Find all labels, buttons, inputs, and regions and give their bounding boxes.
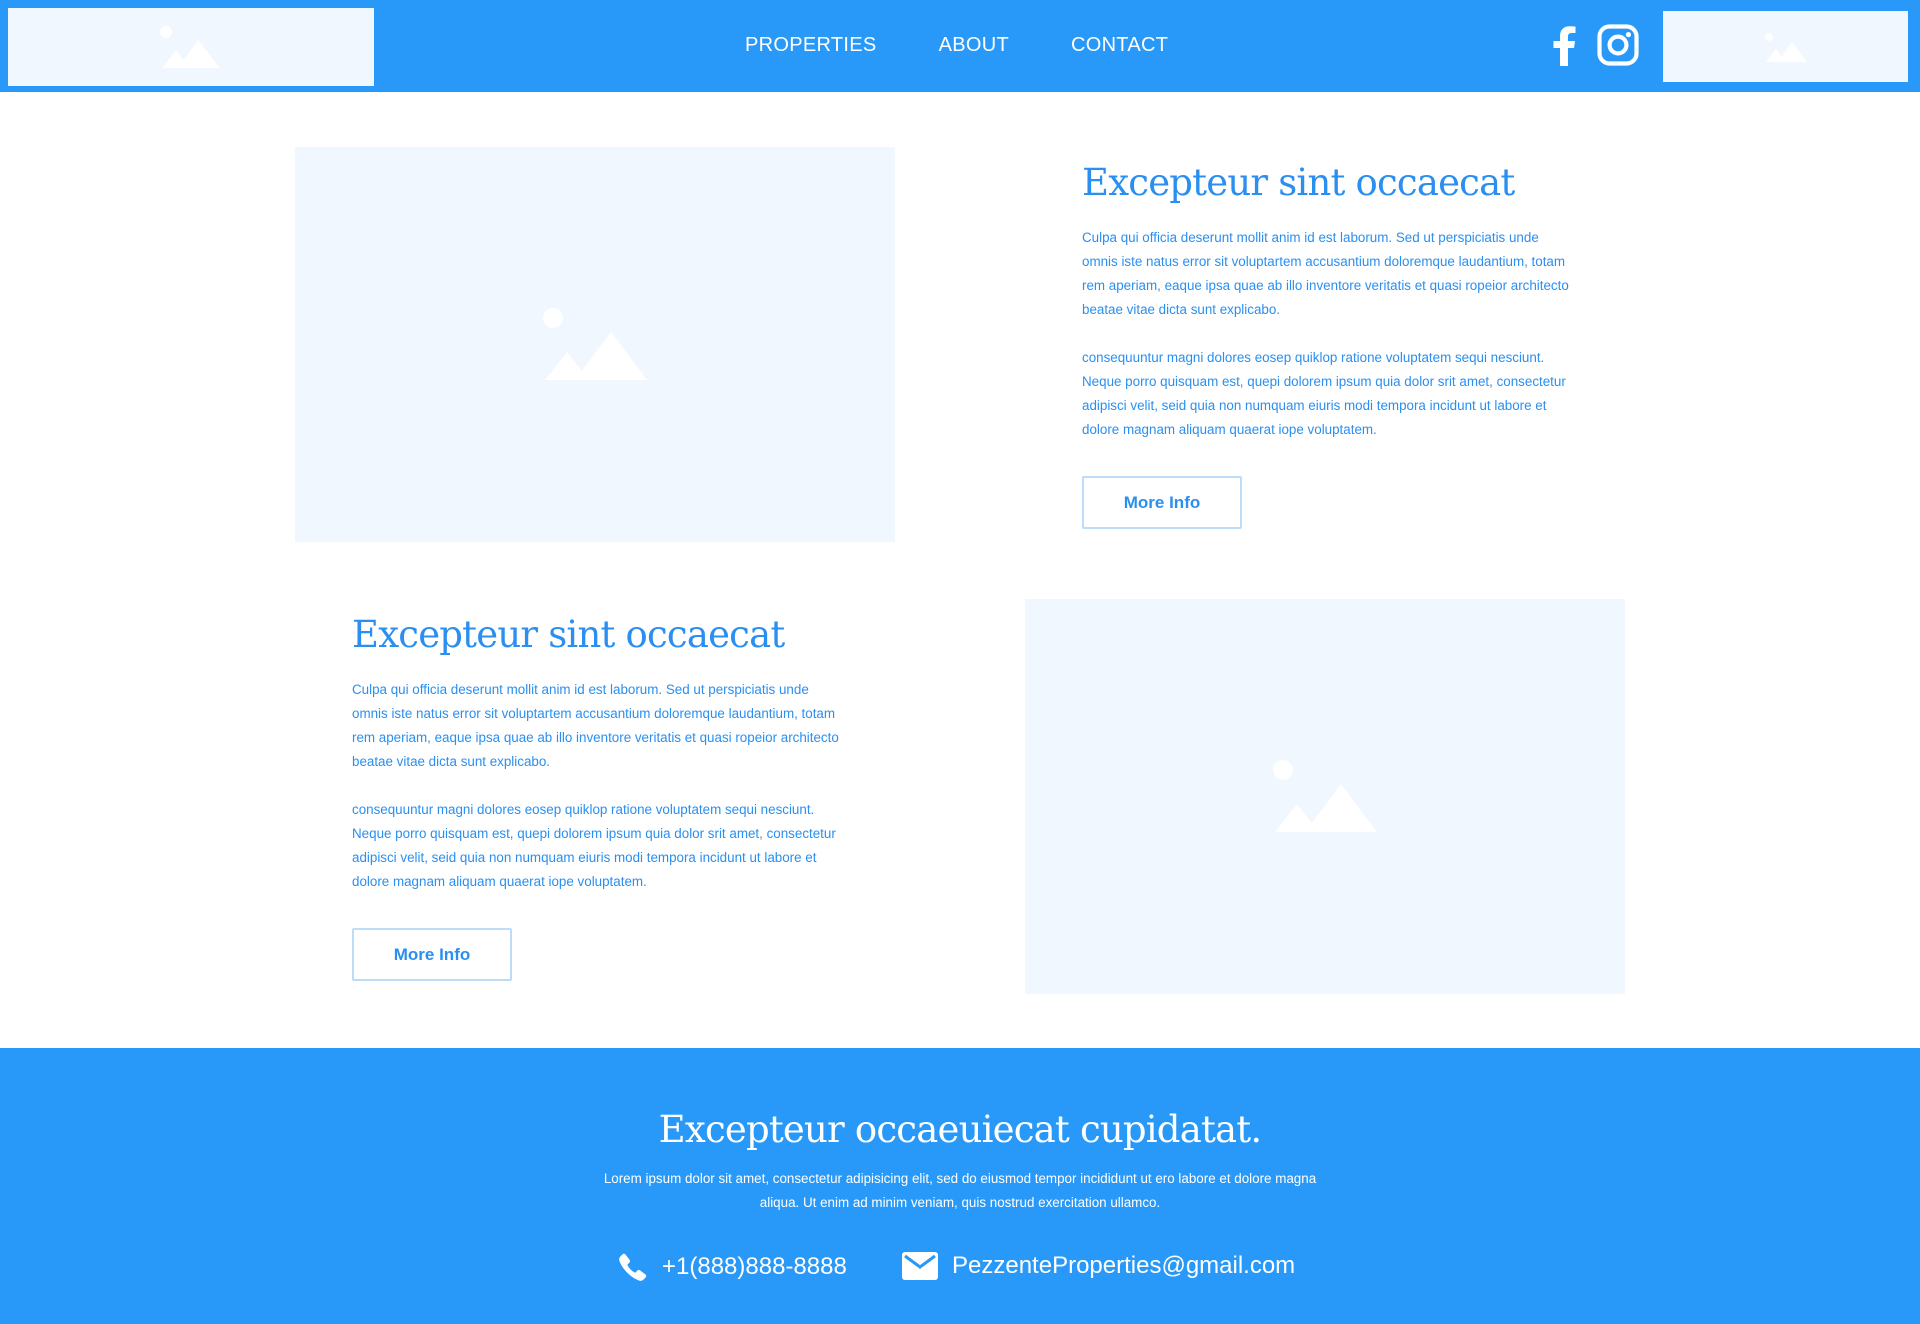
section-title: Excepteur sint occaecat — [1082, 161, 1515, 204]
mail-icon — [902, 1252, 938, 1280]
phone-number: +1(888)888-8888 — [662, 1253, 847, 1280]
property-image-placeholder — [295, 147, 895, 542]
email-contact[interactable]: PezzenteProperties@gmail.com — [902, 1252, 1295, 1280]
image-placeholder-icon — [1273, 759, 1377, 832]
image-placeholder-icon — [1764, 32, 1807, 62]
header-image-placeholder — [1663, 11, 1908, 82]
facebook-icon[interactable] — [1550, 24, 1578, 71]
nav-item-properties[interactable]: PROPERTIES — [745, 34, 877, 57]
nav-item-about[interactable]: ABOUT — [939, 34, 1009, 57]
phone-contact[interactable]: +1(888)888-8888 — [618, 1252, 847, 1282]
more-info-button[interactable]: More Info — [1082, 476, 1242, 529]
footer-description: Lorem ipsum dolor sit amet, consectetur … — [603, 1171, 1317, 1210]
phone-icon — [618, 1252, 648, 1282]
property-card: Excepteur sint occaecat Culpa qui offici… — [1082, 160, 1572, 529]
section-paragraph: Culpa qui officia deserunt mollit anim i… — [352, 682, 839, 769]
contact-row: +1(888)888-8888 PezzenteProperties@gmail… — [0, 1252, 1920, 1292]
footer-title: Excepteur occaeuiecat cupidatat. — [658, 1108, 1262, 1151]
email-address: PezzenteProperties@gmail.com — [952, 1252, 1296, 1279]
image-placeholder-icon — [543, 307, 647, 380]
site-header: PROPERTIES ABOUT CONTACT — [0, 0, 1920, 92]
more-info-button[interactable]: More Info — [352, 928, 512, 981]
section-paragraph: consequuntur magni dolores eosep quiklop… — [1082, 350, 1566, 437]
logo-image-placeholder[interactable] — [8, 8, 374, 86]
instagram-icon[interactable] — [1597, 24, 1639, 71]
section-paragraph: Culpa qui officia deserunt mollit anim i… — [1082, 230, 1569, 317]
property-image-placeholder — [1025, 599, 1625, 994]
image-placeholder-icon — [160, 26, 220, 68]
property-card: Excepteur sint occaecat Culpa qui offici… — [352, 612, 842, 981]
main-nav: PROPERTIES ABOUT CONTACT — [745, 34, 1168, 57]
section-title: Excepteur sint occaecat — [352, 613, 785, 656]
nav-item-contact[interactable]: CONTACT — [1071, 34, 1168, 57]
section-paragraph: consequuntur magni dolores eosep quiklop… — [352, 802, 836, 889]
